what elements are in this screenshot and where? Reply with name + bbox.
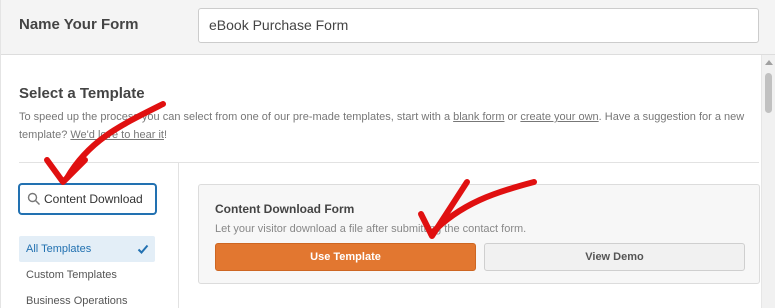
category-business-operations[interactable]: Business Operations [19,288,155,308]
template-card: Content Download Form Let your visitor d… [198,184,760,284]
template-title: Content Download Form [215,202,355,216]
view-demo-button[interactable]: View Demo [484,243,745,271]
scrollbar[interactable] [761,55,775,308]
description-text: ! [164,129,168,141]
select-template-title: Select a Template [19,85,145,102]
template-description: Let your visitor download a file after s… [215,223,527,235]
scroll-up-arrow-icon[interactable] [765,60,773,65]
category-all-templates[interactable]: All Templates [19,236,155,262]
category-label: Business Operations [26,295,128,307]
scrollbar-thumb[interactable] [765,73,772,113]
sidebar-divider [178,163,179,308]
form-name-label: Name Your Form [19,16,139,33]
section-divider [19,162,759,163]
blank-form-link[interactable]: blank form [453,111,504,123]
use-template-button[interactable]: Use Template [215,243,476,271]
select-template-description: To speed up the process you can select f… [19,108,759,144]
form-name-bar: Name Your Form eBook Purchase Form [1,0,775,55]
description-text: To speed up the process you can select f… [19,111,454,123]
description-text: or [504,111,521,123]
hear-it-link[interactable]: We'd love to hear it [70,129,164,141]
form-builder-setup: Name Your Form eBook Purchase Form Selec… [0,0,775,308]
category-label: Custom Templates [26,269,117,281]
template-search-input[interactable]: Content Download [19,184,156,214]
create-your-own-link[interactable]: create your own [520,111,598,123]
checkmark-icon [137,244,149,254]
search-input-value: Content Download [44,192,143,206]
category-label: All Templates [26,243,92,255]
form-name-input[interactable]: eBook Purchase Form [198,8,759,43]
search-icon [27,192,40,205]
category-custom-templates[interactable]: Custom Templates [19,262,155,288]
